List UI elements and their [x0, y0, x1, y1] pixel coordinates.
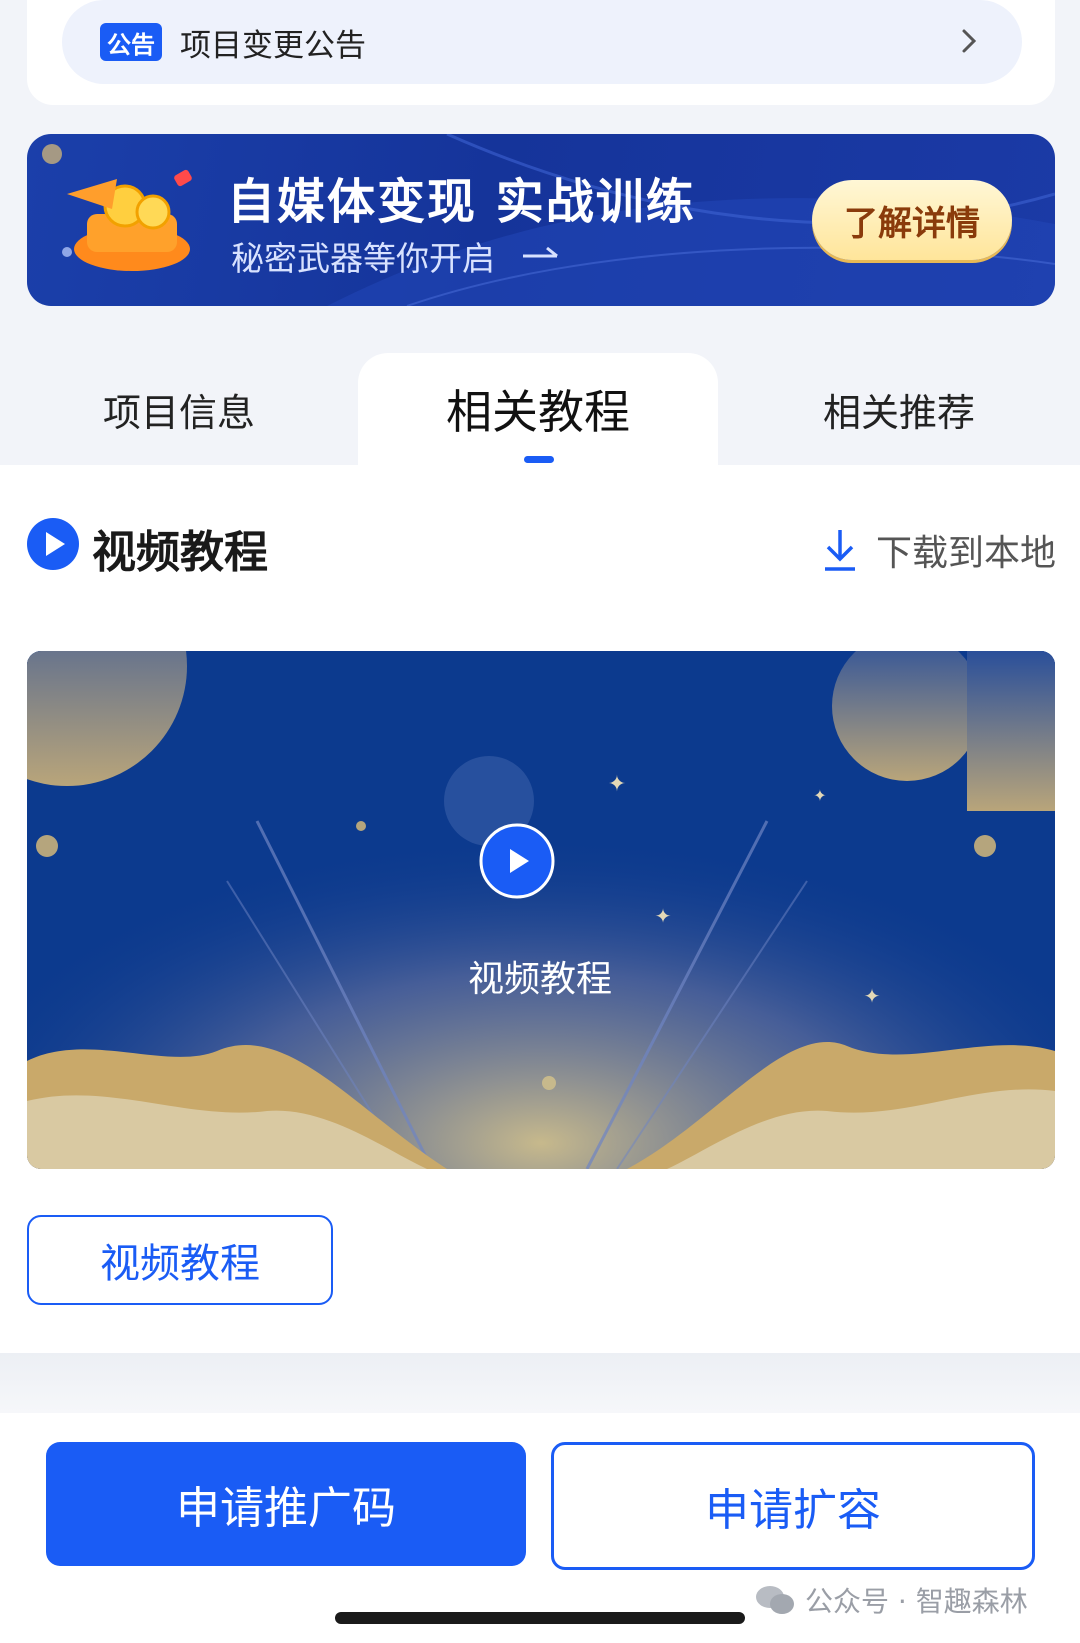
treasure-box-icon	[67, 169, 192, 271]
tab-related-tutorials[interactable]: 相关教程	[358, 353, 718, 465]
video-tutorial-button[interactable]: 视频教程	[27, 1215, 333, 1305]
play-circle-icon	[27, 518, 79, 570]
video-player[interactable]: ✦ ✦ ✦ ✦	[27, 651, 1055, 1169]
svg-text:✦: ✦	[608, 772, 626, 797]
wechat-icon	[756, 1586, 794, 1614]
banner-title: 自媒体变现 实战训练	[227, 174, 696, 230]
download-label: 下载到本地	[875, 533, 1056, 574]
home-indicator[interactable]	[335, 1612, 745, 1624]
active-tab-indicator	[524, 456, 554, 463]
watermark-text: 公众号 · 智趣森林	[805, 1585, 1028, 1618]
svg-text:✦: ✦	[813, 786, 826, 805]
tab-project-info[interactable]: 项目信息	[0, 353, 358, 465]
notice-text: 项目变更公告	[180, 27, 366, 64]
apply-promo-code-button[interactable]: 申请推广码	[46, 1442, 526, 1566]
svg-text:✦: ✦	[655, 904, 672, 928]
play-button-icon[interactable]	[477, 821, 557, 901]
chevron-right-icon	[962, 29, 977, 53]
learn-more-button[interactable]: 了解详情	[812, 180, 1012, 260]
watermark: 公众号 · 智趣森林	[755, 1580, 1028, 1620]
arrow-right-icon	[523, 246, 558, 258]
notice-tag: 公告	[100, 23, 162, 61]
notice-bar[interactable]: 公告 项目变更公告	[62, 0, 1022, 84]
download-link[interactable]: 下载到本地	[822, 524, 1056, 576]
video-caption: 视频教程	[467, 959, 612, 1000]
promo-banner[interactable]: 自媒体变现 实战训练 秘密武器等你开启 了解详情	[27, 134, 1055, 306]
video-thumbnail: ✦ ✦ ✦ ✦	[27, 651, 1055, 1169]
tab-related-recommendations[interactable]: 相关推荐	[718, 353, 1080, 465]
notice-card: 公告 项目变更公告	[27, 0, 1055, 105]
tab-bar: 项目信息 相关教程 相关推荐	[0, 353, 1080, 465]
banner-subtitle: 秘密武器等你开启	[231, 239, 495, 278]
apply-expansion-button[interactable]: 申请扩容	[551, 1442, 1035, 1570]
download-icon	[824, 530, 855, 571]
section-title: 视频教程	[92, 527, 268, 578]
section-divider	[0, 1353, 1080, 1413]
